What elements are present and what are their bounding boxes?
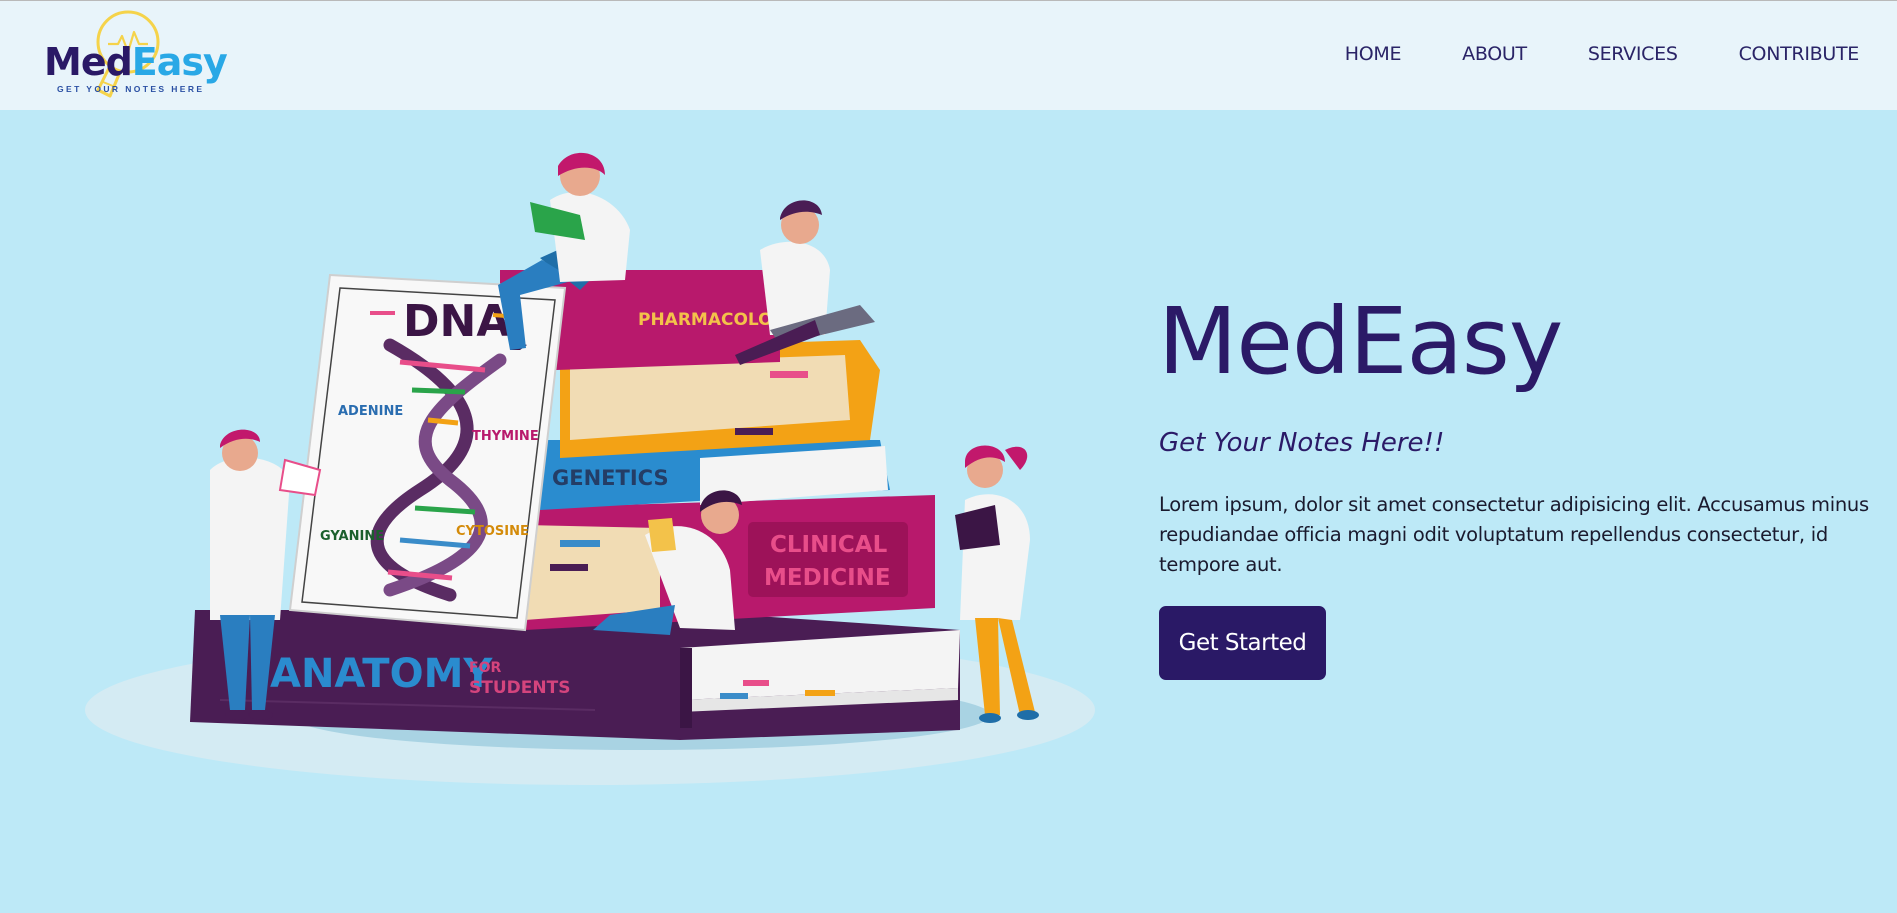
medicine-label: MEDICINE: [764, 565, 891, 591]
anatomy-label: ANATOMY: [270, 651, 493, 697]
anatomy-for-label: FOR: [469, 660, 501, 676]
nav-home-link[interactable]: HOME: [1345, 43, 1402, 65]
anatomy-book: ANATOMY FOR STUDENTS: [190, 610, 960, 740]
hero-illustration: ANATOMY FOR STUDENTS CLINICAL MEDICINE G…: [80, 140, 1110, 800]
main-nav: HOME ABOUT SERVICES CONTRIBUTE: [1345, 43, 1860, 65]
thymine-label: THYMINE: [472, 429, 539, 444]
logo-med-text: Med: [44, 40, 133, 84]
nav-about-link[interactable]: ABOUT: [1462, 43, 1527, 65]
logo-tagline: GET YOUR NOTES HERE: [57, 84, 205, 94]
clinical-label: CLINICAL: [770, 532, 888, 558]
logo-wordmark: MedEasy: [44, 40, 228, 84]
genetics-label: GENETICS: [552, 466, 669, 490]
anatomy-students-label: STUDENTS: [469, 678, 570, 698]
cytosine-label: CYTOSINE: [456, 524, 529, 539]
logo-easy-text: Easy: [131, 40, 228, 84]
navbar: MedEasy GET YOUR NOTES HERE HOME ABOUT S…: [0, 0, 1897, 110]
hero-description: Lorem ipsum, dolor sit amet consectetur …: [1159, 493, 1869, 576]
get-started-button[interactable]: Get Started: [1159, 606, 1326, 680]
nav-contribute-link[interactable]: CONTRIBUTE: [1739, 43, 1860, 65]
brand-logo[interactable]: MedEasy GET YOUR NOTES HERE: [40, 6, 228, 108]
dna-title: DNA: [403, 296, 510, 347]
nav-services-link[interactable]: SERVICES: [1588, 43, 1678, 65]
adenine-label: ADENINE: [338, 404, 403, 419]
hero-title: MedEasy: [1158, 288, 1563, 395]
gyanine-label: GYANINE: [320, 529, 384, 544]
hero-subtitle: Get Your Notes Here!!: [1159, 428, 1445, 458]
